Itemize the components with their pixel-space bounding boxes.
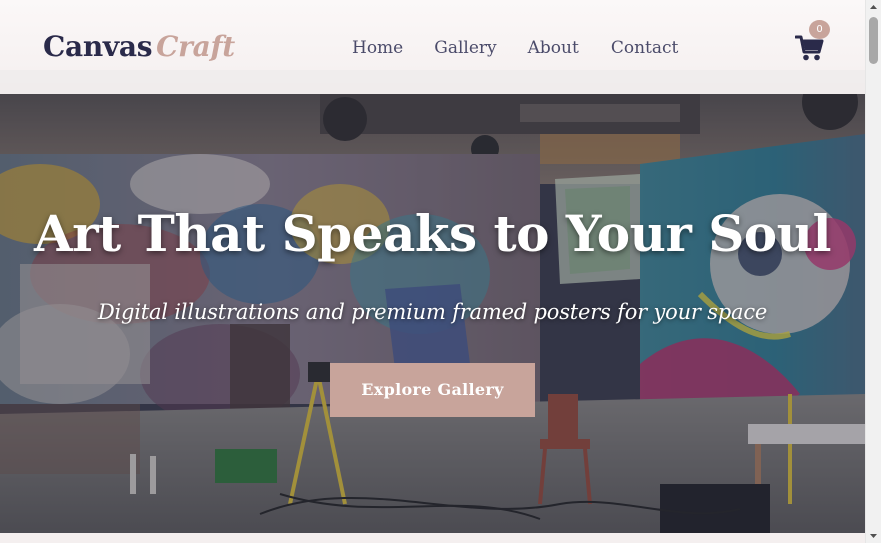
- browser-viewport: Canvas Craft Home Gallery About Contact 0: [0, 0, 865, 543]
- logo-accent-text: Craft: [156, 30, 235, 63]
- hero-title: Art That Speaks to Your Soul: [33, 204, 832, 263]
- logo-primary-text: Canvas: [43, 30, 153, 63]
- scroll-up-arrow-icon[interactable]: [866, 0, 881, 15]
- main-nav: Home Gallery About Contact: [352, 36, 678, 60]
- vertical-scrollbar[interactable]: [865, 0, 881, 543]
- cart-count-badge: 0: [809, 20, 830, 39]
- site-header: Canvas Craft Home Gallery About Contact 0: [0, 0, 865, 94]
- scroll-down-arrow-icon[interactable]: [866, 528, 881, 543]
- next-section-edge: [0, 533, 865, 543]
- page: Canvas Craft Home Gallery About Contact 0: [0, 0, 881, 543]
- nav-link-about[interactable]: About: [528, 36, 579, 60]
- explore-gallery-button[interactable]: Explore Gallery: [330, 363, 535, 417]
- nav-link-contact[interactable]: Contact: [611, 36, 679, 60]
- scrollbar-thumb[interactable]: [869, 17, 878, 64]
- site-logo[interactable]: Canvas Craft: [43, 27, 235, 67]
- nav-link-gallery[interactable]: Gallery: [434, 36, 496, 60]
- hero-subtitle: Digital illustrations and premium framed…: [97, 300, 768, 324]
- hero-section: Art That Speaks to Your Soul Digital ill…: [0, 94, 865, 533]
- nav-link-home[interactable]: Home: [352, 36, 403, 60]
